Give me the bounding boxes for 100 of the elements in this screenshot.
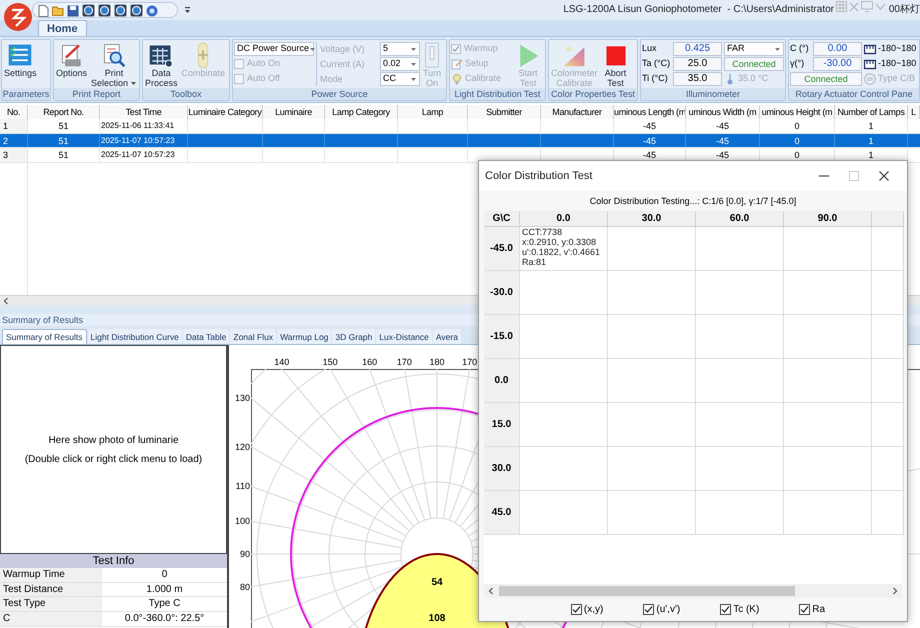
- document-pencil-icon: [451, 58, 463, 70]
- axis-label: 90: [238, 549, 250, 559]
- grid-cell: [872, 403, 904, 447]
- tab[interactable]: 3D Graph: [332, 329, 376, 344]
- status-field: Connected: [790, 72, 862, 86]
- field-label: Ta (°C): [642, 57, 672, 70]
- tab[interactable]: Light Distribution Curve: [88, 329, 182, 344]
- checkbox[interactable]: Ra: [799, 602, 826, 617]
- group-label: Toolbox: [143, 88, 229, 100]
- column-header[interactable]: Lamp Category: [325, 105, 398, 119]
- tab[interactable]: Lux-Distance: [376, 329, 432, 344]
- column-header[interactable]: L: [908, 105, 920, 119]
- light-bulb-icon: [451, 73, 463, 85]
- value-field: 0.425: [673, 42, 722, 56]
- status-field: Connected: [724, 57, 784, 71]
- group-label: Print Report: [54, 88, 139, 100]
- dropdown[interactable]: CC: [380, 72, 420, 86]
- checkbox[interactable]: (u',v'): [643, 602, 680, 617]
- row-header: 30.0: [492, 462, 512, 476]
- table-cell: Test Distance: [0, 582, 102, 596]
- column-header[interactable]: Test Time: [100, 105, 188, 119]
- axis-label: 110: [234, 481, 250, 492]
- field-label: Ti (°C): [642, 72, 669, 86]
- column-header[interactable]: Report No.: [28, 105, 100, 119]
- chevron-left-icon: [2, 296, 10, 304]
- check-icon: [452, 45, 460, 53]
- plus-icon: [196, 42, 210, 68]
- ribbon-button[interactable]: Options: [55, 42, 88, 78]
- row-header: 45.0: [492, 506, 512, 520]
- ribbon-button[interactable]: Print Selection: [90, 42, 138, 88]
- caret-icon: [774, 46, 781, 52]
- dropdown[interactable]: 0.02: [380, 57, 420, 71]
- row-header: 3: [0, 148, 28, 162]
- ribbon-tab[interactable]: Home: [38, 20, 87, 36]
- table-cell: 2025-11-07 10:57:23: [100, 148, 188, 162]
- small-button[interactable]: -180~180: [864, 42, 917, 56]
- grid-cell: [872, 447, 904, 491]
- column-header[interactable]: Submitter: [468, 105, 541, 119]
- column-header[interactable]: Manufacturer: [541, 105, 614, 119]
- column-header[interactable]: Number of Lamps: [835, 105, 908, 119]
- group-label: Rotary Actuator Control Pane: [789, 88, 919, 100]
- dropdown[interactable]: DC Power Source: [234, 42, 314, 56]
- grid-cell: [872, 211, 904, 227]
- column-header[interactable]: uminous Length (m: [614, 105, 686, 119]
- grid-cell: [872, 315, 904, 359]
- row-header: 0.0: [494, 374, 508, 388]
- table-cell: 0: [760, 134, 835, 147]
- tab[interactable]: Summary of Results: [2, 329, 87, 344]
- group-label: Color Properties Test: [549, 88, 637, 100]
- horizontal-scrollbar[interactable]: [484, 584, 902, 598]
- grid-cell: [872, 491, 904, 535]
- axis-label: 120: [234, 442, 250, 452]
- dropdown[interactable]: FAR: [724, 42, 784, 56]
- ribbon-button[interactable]: Data Process: [144, 42, 179, 88]
- ribbon-button[interactable]: Abort Test: [600, 42, 631, 88]
- column-header: G\C: [484, 211, 520, 227]
- small-button[interactable]: -180~180: [864, 57, 917, 71]
- dropdown[interactable]: 5: [380, 42, 420, 56]
- tab[interactable]: Warmup Log: [277, 329, 332, 344]
- close-icon: [849, 2, 859, 12]
- field-label: Mode: [320, 73, 344, 86]
- row-header: -45.0: [490, 242, 513, 256]
- settings-icon: [6, 42, 34, 68]
- column-header[interactable]: Luminaire Category: [188, 105, 263, 119]
- tab[interactable]: Data Table: [182, 329, 230, 344]
- tab[interactable]: Zonal Flux: [230, 329, 276, 344]
- column-header[interactable]: Luminaire: [263, 105, 325, 119]
- column-header: 0.0: [520, 211, 608, 227]
- value-field: 0.00: [813, 42, 862, 56]
- axis-label: 160: [361, 357, 378, 367]
- column-header[interactable]: uminous Width (m: [686, 105, 760, 119]
- column-header: 60.0: [696, 211, 784, 227]
- axis-label: 150: [322, 357, 339, 367]
- new-file-icon: [38, 4, 49, 16]
- group-label: Power Source: [233, 88, 446, 100]
- axis-label: 130: [234, 392, 250, 403]
- value-field: 35.0: [673, 72, 722, 86]
- tab[interactable]: Avera: [432, 329, 461, 344]
- checkbox[interactable]: Tc (K): [720, 602, 760, 617]
- table-cell: 51: [28, 134, 100, 147]
- field-label: γ(°): [790, 57, 806, 70]
- field-label: Voltage (V): [320, 43, 366, 56]
- help-icon: [146, 4, 158, 16]
- column-header: 90.0: [784, 211, 872, 227]
- column-header[interactable]: Lamp: [398, 105, 468, 119]
- column-header[interactable]: No.: [0, 105, 28, 119]
- data-label: 108: [428, 614, 446, 624]
- table-cell: -45: [614, 134, 686, 147]
- photo-placeholder[interactable]: Here show photo of luminarie (Double click or right click menu to load): [0, 345, 227, 554]
- column-header[interactable]: uminous Height (m: [760, 105, 835, 119]
- ribbon-button[interactable]: Settings: [3, 42, 38, 78]
- scrollbar-thumb[interactable]: [499, 586, 795, 596]
- grid-cell: [872, 359, 904, 403]
- field-label: C (°): [790, 42, 810, 56]
- checkbox[interactable]: (x,y): [570, 602, 604, 617]
- table-cell: -45: [686, 119, 760, 132]
- table-cell: Test Type: [0, 597, 102, 612]
- group-label: Parameters: [2, 88, 50, 100]
- table-cell: -45: [686, 134, 760, 147]
- table-row[interactable]: 2 51 2025-11-07 10:57:23 -45 -45 0 1: [0, 134, 920, 148]
